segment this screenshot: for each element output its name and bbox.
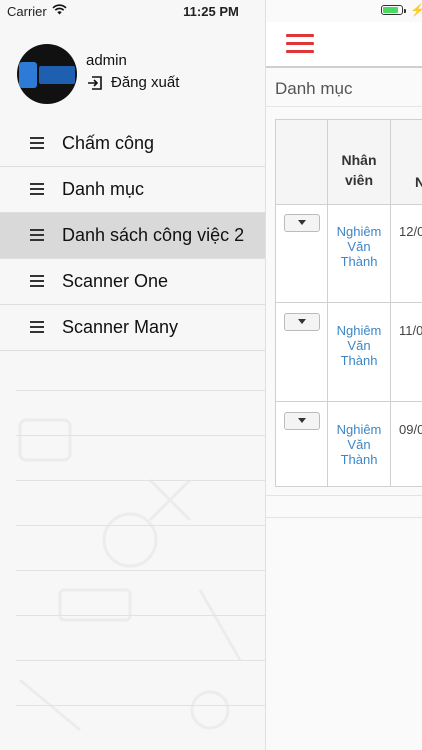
actions-column bbox=[276, 120, 328, 486]
battery-icon bbox=[381, 5, 406, 15]
date-column: N 12/0 11/0 09/0 bbox=[391, 120, 422, 486]
table-row bbox=[276, 402, 327, 486]
hamburger-menu-icon[interactable] bbox=[286, 34, 314, 54]
date-value: 12/0 bbox=[399, 224, 422, 239]
menu-icon bbox=[30, 275, 44, 287]
logout-label: Đăng xuất bbox=[111, 74, 180, 91]
date-value: 11/0 bbox=[399, 323, 422, 338]
table-cell: Nghiêm Văn Thành bbox=[328, 204, 390, 303]
employee-link[interactable]: Nghiêm Văn Thành bbox=[328, 323, 390, 368]
menu-item-cham-cong[interactable]: Chấm công bbox=[0, 121, 265, 167]
status-bar: Carrier 11:25 PM ⚡ bbox=[0, 0, 422, 22]
drawer-empty-rows bbox=[16, 346, 265, 750]
table-row bbox=[276, 204, 327, 303]
caret-down-icon bbox=[298, 418, 306, 423]
table-header-cell: N bbox=[391, 120, 422, 205]
menu-item-danh-sach-cong-viec-2[interactable]: Danh sách công việc 2 bbox=[0, 213, 265, 259]
table-cell: Nghiêm Văn Thành bbox=[328, 303, 390, 402]
table-row bbox=[276, 303, 327, 402]
table-cell: 11/0 bbox=[391, 303, 422, 402]
menu-icon bbox=[30, 229, 44, 241]
table-cell: 09/0 bbox=[391, 402, 422, 486]
menu-item-label: Danh mục bbox=[62, 179, 145, 199]
menu-item-label: Chấm công bbox=[62, 133, 155, 153]
date-header: N bbox=[415, 172, 422, 192]
divider bbox=[265, 106, 422, 107]
table-header-cell: Nhân viên bbox=[328, 120, 390, 205]
main-content: Danh mục Nhân viên Nghiêm Văn Thành Nghi… bbox=[265, 0, 422, 750]
menu-item-danh-muc[interactable]: Danh mục bbox=[0, 167, 265, 213]
menu-item-label: Scanner One bbox=[62, 271, 169, 291]
navigation-drawer: admin Đăng xuất Chấm công Danh mục Danh … bbox=[0, 0, 266, 750]
drawer-menu: Chấm công Danh mục Danh sách công việc 2… bbox=[0, 121, 265, 351]
employee-link[interactable]: Nghiêm Văn Thành bbox=[328, 224, 390, 269]
caret-down-icon bbox=[298, 319, 306, 324]
menu-item-label: Scanner Many bbox=[62, 317, 179, 337]
row-dropdown-button[interactable] bbox=[284, 313, 320, 331]
menu-icon bbox=[30, 137, 44, 149]
date-value: 09/0 bbox=[399, 422, 422, 437]
employee-header: Nhân viên bbox=[341, 152, 377, 188]
menu-icon bbox=[30, 321, 44, 333]
employee-column: Nhân viên Nghiêm Văn Thành Nghiêm Văn Th… bbox=[328, 120, 391, 486]
table-header-cell bbox=[276, 120, 327, 205]
top-navbar bbox=[265, 22, 422, 68]
table-cell: Nghiêm Văn Thành bbox=[328, 402, 390, 486]
menu-item-scanner-many[interactable]: Scanner Many bbox=[0, 305, 265, 351]
menu-item-label: Danh sách công việc 2 bbox=[62, 225, 245, 245]
username: admin bbox=[86, 52, 127, 69]
data-table: Nhân viên Nghiêm Văn Thành Nghiêm Văn Th… bbox=[275, 119, 422, 487]
menu-item-scanner-one[interactable]: Scanner One bbox=[0, 259, 265, 305]
breadcrumb: Danh mục bbox=[275, 79, 353, 98]
charging-icon: ⚡ bbox=[410, 3, 422, 17]
divider bbox=[265, 495, 422, 496]
logout-icon bbox=[88, 76, 102, 90]
employee-link[interactable]: Nghiêm Văn Thành bbox=[328, 422, 390, 467]
menu-icon bbox=[30, 183, 44, 195]
clock: 11:25 PM bbox=[183, 4, 239, 19]
row-dropdown-button[interactable] bbox=[284, 214, 320, 232]
caret-down-icon bbox=[298, 220, 306, 225]
avatar bbox=[17, 44, 77, 104]
profile-header: admin Đăng xuất bbox=[0, 22, 265, 118]
divider bbox=[265, 517, 422, 518]
table-cell: 12/0 bbox=[391, 204, 422, 303]
row-dropdown-button[interactable] bbox=[284, 412, 320, 430]
